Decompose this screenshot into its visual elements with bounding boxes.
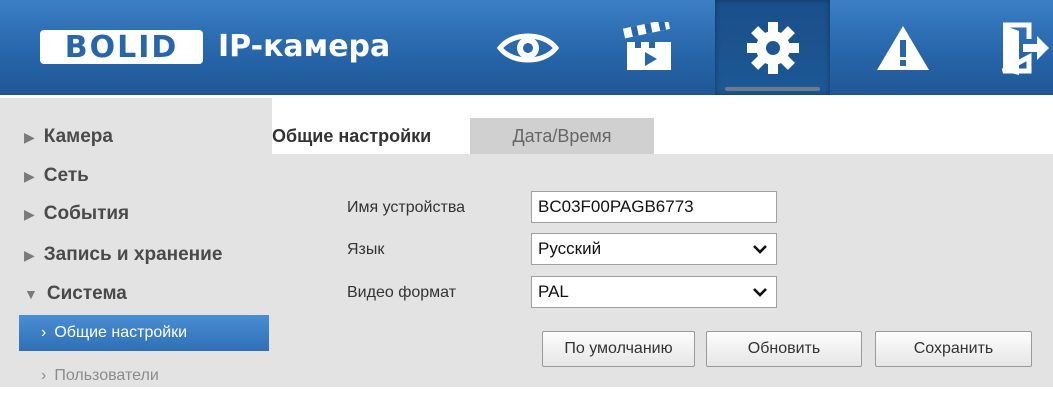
- warning-icon: [876, 25, 929, 70]
- eye-icon: [496, 33, 559, 62]
- sidebar-item-label: Система: [46, 283, 127, 304]
- sidebar-subitem-label: Пользователи: [54, 367, 159, 384]
- settings-nav[interactable]: [715, 0, 830, 95]
- expand-arrow-icon: ▶: [24, 246, 35, 263]
- sidebar-item-events[interactable]: ▶ События: [24, 200, 129, 228]
- language-label: Язык: [347, 241, 385, 258]
- refresh-button[interactable]: Обновить: [706, 331, 862, 367]
- live-view-nav[interactable]: [470, 0, 585, 95]
- sidebar-subitem-users[interactable]: › Пользователи: [19, 358, 269, 394]
- device-name-value: BC03F00PAGB6773: [538, 197, 694, 216]
- save-button[interactable]: Сохранить: [875, 331, 1032, 367]
- tab-datetime[interactable]: Дата/Время: [470, 118, 654, 154]
- chevron-right-icon: ›: [41, 367, 47, 384]
- gear-icon: [746, 21, 799, 74]
- logout-nav[interactable]: [995, 0, 1053, 95]
- top-bar: BOLID IP-камера: [0, 0, 1053, 95]
- clapperboard-icon: [622, 21, 671, 70]
- tab-general[interactable]: Общие настройки: [272, 118, 468, 154]
- exit-icon: [1001, 22, 1049, 75]
- video-format-label: Видео формат: [347, 284, 457, 301]
- playback-nav[interactable]: [590, 0, 705, 95]
- video-format-select[interactable]: PAL: [531, 276, 777, 308]
- sidebar-item-camera[interactable]: ▶ Камера: [24, 123, 113, 151]
- app-title: IP-камера: [218, 29, 391, 64]
- collapse-arrow-icon: ▼: [24, 286, 38, 302]
- device-name-input[interactable]: BC03F00PAGB6773: [531, 191, 777, 223]
- expand-arrow-icon: ▶: [24, 167, 35, 184]
- sidebar-item-storage[interactable]: ▶ Запись и хранение: [24, 241, 222, 269]
- device-name-label: Имя устройства: [347, 199, 466, 216]
- sidebar-item-label: Сеть: [43, 165, 89, 186]
- video-format-value: PAL: [538, 282, 569, 301]
- language-select[interactable]: Русский: [531, 233, 777, 265]
- sidebar-item-label: События: [43, 203, 130, 224]
- sidebar-item-label: Запись и хранение: [43, 244, 223, 265]
- sidebar-item-network[interactable]: ▶ Сеть: [24, 162, 89, 190]
- sidebar-subitem-label: Общие настройки: [54, 324, 188, 341]
- chevron-down-icon: [753, 245, 767, 254]
- expand-arrow-icon: ▶: [24, 128, 35, 145]
- sidebar-item-label: Камера: [43, 126, 113, 147]
- chevron-down-icon: [753, 288, 767, 297]
- bolid-logo: BOLID: [40, 30, 203, 65]
- alarm-nav[interactable]: [845, 0, 960, 95]
- sidebar-item-system[interactable]: ▼ Система: [24, 280, 127, 308]
- chevron-right-icon: ›: [41, 324, 47, 341]
- sidebar-subitem-general[interactable]: › Общие настройки: [19, 315, 269, 351]
- expand-arrow-icon: ▶: [24, 205, 35, 222]
- language-value: Русский: [538, 239, 602, 258]
- default-button[interactable]: По умолчанию: [542, 331, 695, 367]
